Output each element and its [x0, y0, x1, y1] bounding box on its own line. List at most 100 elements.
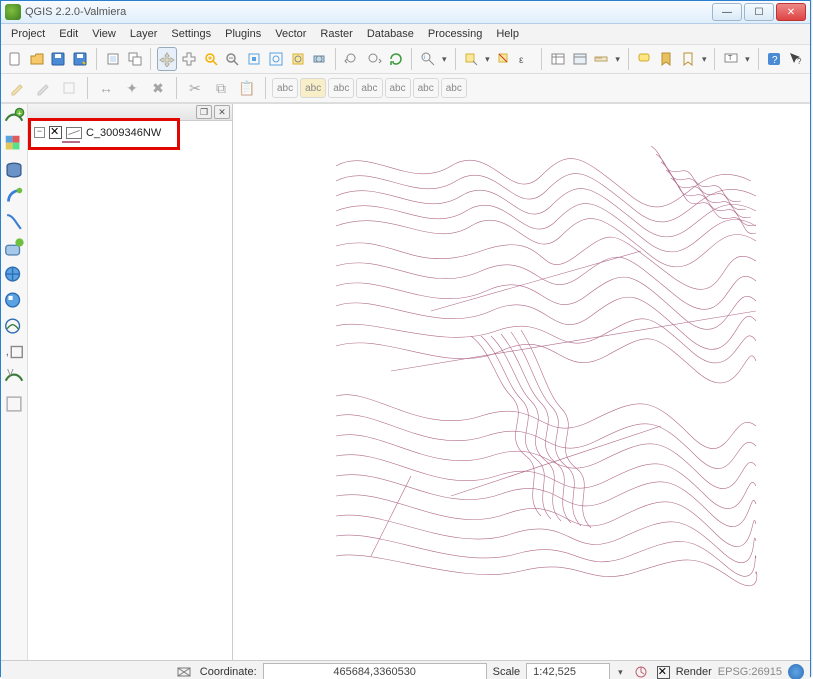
crs-globe-icon[interactable]	[788, 664, 804, 679]
copy-button[interactable]: ⧉	[209, 76, 233, 100]
add-raster-layer-button[interactable]	[2, 132, 26, 156]
composer-manager-button[interactable]	[125, 47, 145, 71]
menu-vector[interactable]: Vector	[269, 26, 312, 42]
zoom-selection-button[interactable]	[288, 47, 308, 71]
measure-menu-icon[interactable]: ▾	[613, 54, 622, 65]
expression-select-button[interactable]: ε	[515, 47, 535, 71]
save-project-button[interactable]	[49, 47, 69, 71]
field-calc-button[interactable]	[570, 47, 590, 71]
label-tool-6-button[interactable]: abc	[413, 78, 439, 98]
layer-item[interactable]: − C_3009346NW	[32, 125, 228, 140]
menu-raster[interactable]: Raster	[314, 26, 358, 42]
zoom-layer-button[interactable]	[310, 47, 330, 71]
help-button[interactable]: ?	[764, 47, 784, 71]
label-tool-1-button[interactable]: abc	[272, 78, 298, 98]
delete-selected-button[interactable]: ✖	[146, 76, 170, 100]
paste-button[interactable]: 📋	[235, 76, 259, 100]
pan-to-selection-button[interactable]	[179, 47, 199, 71]
add-oracle-button[interactable]	[2, 236, 26, 260]
add-wms-button[interactable]	[2, 262, 26, 286]
panel-close-button[interactable]: ✕	[214, 105, 230, 119]
menu-project[interactable]: Project	[5, 26, 51, 42]
panel-undock-button[interactable]: ❐	[196, 105, 212, 119]
node-tool-button[interactable]: ✦	[120, 76, 144, 100]
pan-button[interactable]	[157, 47, 177, 71]
menu-help[interactable]: Help	[490, 26, 525, 42]
crs-label[interactable]: EPSG:26915	[718, 666, 782, 678]
add-wfs-button[interactable]	[2, 314, 26, 338]
add-vector-layer-button[interactable]: +	[2, 106, 26, 130]
save-edits-button[interactable]	[31, 76, 55, 100]
add-wcs-button[interactable]	[2, 288, 26, 312]
deselect-button[interactable]	[494, 47, 514, 71]
layer-name-label: C_3009346NW	[86, 127, 161, 139]
statusbar: Coordinate: 465684,3360530 Scale 1:42,52…	[1, 660, 810, 679]
open-project-button[interactable]	[27, 47, 47, 71]
layer-visibility-checkbox[interactable]	[49, 126, 62, 139]
coordinate-input[interactable]: 465684,3360530	[263, 663, 487, 679]
label-tool-3-button[interactable]: abc	[328, 78, 354, 98]
identify-menu-icon[interactable]: ▾	[440, 54, 449, 65]
open-table-button[interactable]	[548, 47, 568, 71]
coordinate-label: Coordinate:	[200, 666, 257, 678]
layer-legend-line-icon	[62, 141, 80, 143]
annotation-menu-icon[interactable]: ▾	[743, 54, 752, 65]
scale-input[interactable]: 1:42,525	[526, 663, 610, 679]
render-checkbox[interactable]	[657, 666, 670, 679]
measure-button[interactable]	[592, 47, 612, 71]
add-csv-button[interactable]: ,	[2, 340, 26, 364]
text-annotation-button[interactable]: T	[721, 47, 741, 71]
menu-settings[interactable]: Settings	[165, 26, 217, 42]
select-button[interactable]	[461, 47, 481, 71]
menu-view[interactable]: View	[86, 26, 122, 42]
window-title: QGIS 2.2.0-Valmiera	[25, 6, 712, 18]
zoom-out-button[interactable]	[223, 47, 243, 71]
refresh-button[interactable]	[386, 47, 406, 71]
zoom-next-button[interactable]	[364, 47, 384, 71]
menu-plugins[interactable]: Plugins	[219, 26, 267, 42]
zoom-full-button[interactable]	[266, 47, 286, 71]
bookmarks-menu-icon[interactable]: ▾	[700, 54, 709, 65]
menu-processing[interactable]: Processing	[422, 26, 488, 42]
add-mssql-button[interactable]	[2, 210, 26, 234]
menu-layer[interactable]: Layer	[124, 26, 164, 42]
identify-button[interactable]: i	[418, 47, 438, 71]
zoom-last-button[interactable]	[342, 47, 362, 71]
whats-this-button[interactable]: ?	[786, 47, 806, 71]
new-memory-layer-button[interactable]	[2, 392, 26, 416]
map-canvas[interactable]	[233, 104, 810, 660]
add-spatialite-button[interactable]	[2, 184, 26, 208]
scale-dropdown-icon[interactable]: ▾	[616, 667, 625, 678]
close-button[interactable]: ✕	[776, 3, 806, 21]
new-project-button[interactable]	[5, 47, 25, 71]
label-tool-4-button[interactable]: abc	[356, 78, 382, 98]
zoom-native-button[interactable]	[244, 47, 264, 71]
edit-toggle-button[interactable]	[5, 76, 29, 100]
menu-database[interactable]: Database	[361, 26, 420, 42]
zoom-in-button[interactable]	[201, 47, 221, 71]
bookmark-new-button[interactable]	[656, 47, 676, 71]
maximize-button[interactable]: ☐	[744, 3, 774, 21]
new-composer-button[interactable]	[103, 47, 123, 71]
save-project-as-button[interactable]	[70, 47, 90, 71]
map-tips-button[interactable]	[635, 47, 655, 71]
layer-expand-icon[interactable]: −	[34, 127, 45, 138]
add-postgis-button[interactable]	[2, 158, 26, 182]
svg-text:V: V	[7, 367, 14, 378]
add-feature-button[interactable]	[57, 76, 81, 100]
render-label: Render	[676, 666, 712, 678]
new-vector-layer-button[interactable]: V	[2, 366, 26, 390]
svg-text:i: i	[424, 55, 425, 61]
label-tool-7-button[interactable]: abc	[441, 78, 467, 98]
select-menu-icon[interactable]: ▾	[483, 54, 492, 65]
minimize-button[interactable]: —	[712, 3, 742, 21]
menu-edit[interactable]: Edit	[53, 26, 84, 42]
label-tool-2-button[interactable]: abc	[300, 78, 326, 98]
svg-text:?: ?	[797, 57, 802, 66]
toggle-extents-button[interactable]	[174, 662, 194, 679]
bookmarks-button[interactable]	[678, 47, 698, 71]
label-tool-5-button[interactable]: abc	[385, 78, 411, 98]
move-feature-button[interactable]: ↔	[94, 76, 118, 100]
lock-scale-button[interactable]	[631, 662, 651, 679]
cut-button[interactable]: ✂	[183, 76, 207, 100]
